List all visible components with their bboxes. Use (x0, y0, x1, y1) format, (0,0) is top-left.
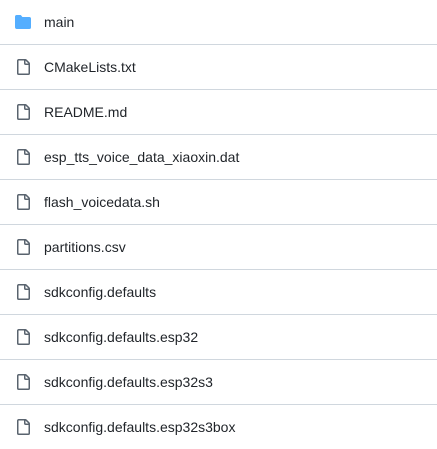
item-name: sdkconfig.defaults.esp32 (44, 329, 199, 345)
file-list: main CMakeLists.txt README.md esp_tts_vo… (0, 0, 437, 449)
file-icon (15, 374, 31, 390)
list-item-file[interactable]: README.md (0, 90, 437, 135)
list-item-file[interactable]: sdkconfig.defaults (0, 270, 437, 315)
item-name: partitions.csv (44, 239, 126, 255)
file-icon (15, 59, 31, 75)
file-icon (15, 329, 31, 345)
list-item-file[interactable]: partitions.csv (0, 225, 437, 270)
item-name: README.md (44, 104, 128, 120)
item-name: CMakeLists.txt (44, 59, 136, 75)
item-name: flash_voicedata.sh (44, 194, 160, 210)
item-name: esp_tts_voice_data_xiaoxin.dat (44, 149, 240, 165)
list-item-file[interactable]: esp_tts_voice_data_xiaoxin.dat (0, 135, 437, 180)
file-icon (15, 104, 31, 120)
folder-icon (15, 14, 31, 30)
file-icon (15, 194, 31, 210)
list-item-file[interactable]: sdkconfig.defaults.esp32s3 (0, 360, 437, 405)
file-icon (15, 239, 31, 255)
file-icon (15, 149, 31, 165)
item-name: sdkconfig.defaults (44, 284, 157, 300)
file-icon (15, 419, 31, 435)
item-name: main (44, 14, 75, 30)
list-item-file[interactable]: flash_voicedata.sh (0, 180, 437, 225)
file-icon (15, 284, 31, 300)
item-name: sdkconfig.defaults.esp32s3 (44, 374, 213, 390)
list-item-file[interactable]: CMakeLists.txt (0, 45, 437, 90)
list-item-file[interactable]: sdkconfig.defaults.esp32s3box (0, 405, 437, 449)
item-name: sdkconfig.defaults.esp32s3box (44, 419, 236, 435)
list-item-folder-main[interactable]: main (0, 0, 437, 45)
list-item-file[interactable]: sdkconfig.defaults.esp32 (0, 315, 437, 360)
